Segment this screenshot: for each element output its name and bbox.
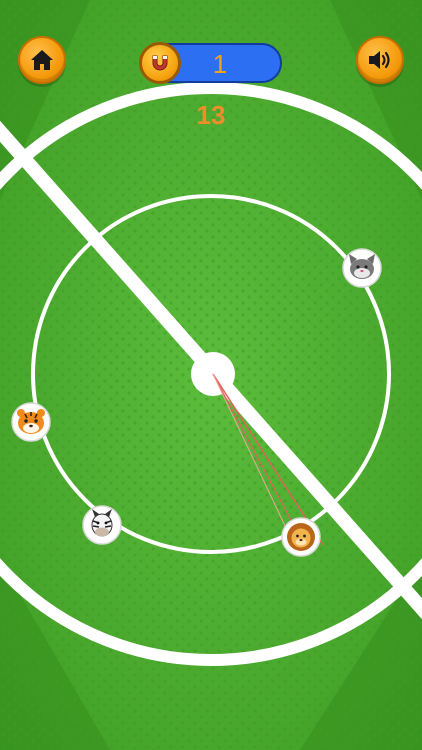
score-value: 1 [212,49,228,79]
magnet-coin-icon [139,42,181,84]
player-tiger[interactable] [11,402,51,442]
lion-face-icon [287,523,315,551]
speaker-icon [369,51,390,69]
player-zebra[interactable] [82,505,122,545]
sound-button[interactable] [356,36,404,84]
turn-counter: 13 [196,100,226,130]
player-cat[interactable] [342,248,382,288]
home-icon [31,50,53,70]
home-button[interactable] [18,36,66,84]
player-lion[interactable] [281,517,321,557]
score-display: 1 [139,42,282,84]
